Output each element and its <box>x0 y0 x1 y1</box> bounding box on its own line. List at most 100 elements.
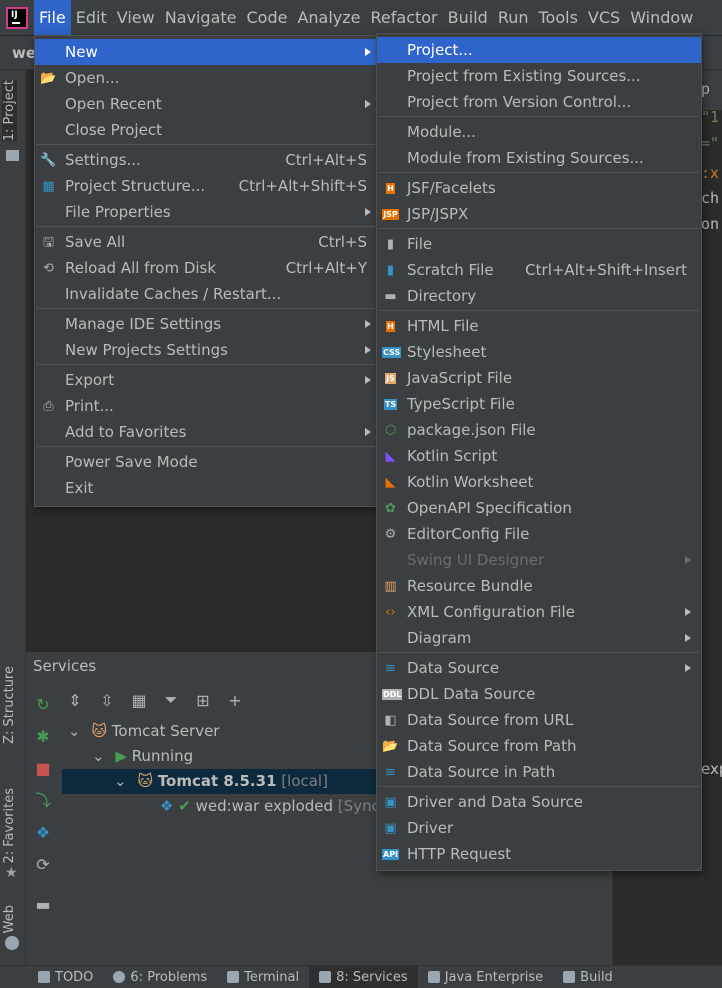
tree-node-artifact[interactable]: ❖ ✔ wed:war exploded [Sync <box>160 794 380 819</box>
file-menu-item-exit[interactable]: Exit <box>35 475 377 501</box>
artifact-icon[interactable]: ❖ <box>34 824 52 842</box>
new-menu-item-http-request[interactable]: API HTTP Request <box>377 841 701 867</box>
deploy-icon[interactable]: ⤵ <box>34 792 52 810</box>
tree-node-tomcat-server[interactable]: ⌄ 🐱 Tomcat Server <box>68 719 219 744</box>
new-menu-item-kotlin-worksheet[interactable]: ◣ Kotlin Worksheet <box>377 469 701 495</box>
file-menu-item-open-recent[interactable]: Open Recent <box>35 91 377 117</box>
add-service-icon[interactable]: + <box>222 687 248 713</box>
tab-terminal[interactable]: Terminal <box>217 966 309 988</box>
new-menu-item-package-json-file[interactable]: ⬡ package.json File <box>377 417 701 443</box>
tab-project[interactable]: 1: Project <box>2 80 17 142</box>
file-menu-item-settings[interactable]: 🔧 Settings... Ctrl+Alt+S <box>35 147 377 173</box>
menu-build[interactable]: Build <box>443 0 493 36</box>
run-icon: ▶ <box>115 747 127 765</box>
new-menu-item-kotlin-script[interactable]: ◣ Kotlin Script <box>377 443 701 469</box>
new-menu-item-driver[interactable]: ▣ Driver <box>377 815 701 841</box>
stop-icon[interactable]: ■ <box>34 760 52 778</box>
layout-icon[interactable]: ▬ <box>34 896 52 914</box>
editor-text: ch <box>701 189 720 207</box>
file-menu-item-file-properties[interactable]: File Properties <box>35 199 377 225</box>
menu-separator <box>36 144 376 145</box>
new-menu-item-html-file[interactable]: H HTML File <box>377 313 701 339</box>
file-menu-item-manage-ide-settings[interactable]: Manage IDE Settings <box>35 311 377 337</box>
menu-separator <box>378 228 700 229</box>
menu-item-shortcut: Ctrl+Alt+Shift+Insert <box>525 261 687 279</box>
menu-item-label: DDL Data Source <box>407 685 536 703</box>
menu-navigate[interactable]: Navigate <box>160 0 242 36</box>
tab-structure[interactable]: Z: Structure <box>2 666 17 744</box>
new-menu-item-file[interactable]: ▮ File <box>377 231 701 257</box>
menu-refactor[interactable]: Refactor <box>366 0 443 36</box>
tab-web[interactable]: Web <box>2 905 17 933</box>
new-menu-item-data-source[interactable]: ≡ Data Source <box>377 655 701 681</box>
file-menu-item-power-save-mode[interactable]: Power Save Mode <box>35 449 377 475</box>
new-menu-item-typescript-file[interactable]: TS TypeScript File <box>377 391 701 417</box>
file-menu-item-print[interactable]: ⎙ Print... <box>35 393 377 419</box>
new-menu-item-jsp-jspx[interactable]: JSP JSP/JSPX <box>377 201 701 227</box>
file-menu-item-open[interactable]: 📂 Open... <box>35 65 377 91</box>
new-menu-item-directory[interactable]: ▬ Directory <box>377 283 701 309</box>
menu-view[interactable]: View <box>112 0 160 36</box>
menu-file[interactable]: File <box>34 0 71 36</box>
new-menu-item-resource-bundle[interactable]: ▥ Resource Bundle <box>377 573 701 599</box>
new-menu-item-project[interactable]: Project... <box>377 37 701 63</box>
new-menu-item-data-source-from-path[interactable]: 📂 Data Source from Path <box>377 733 701 759</box>
menu-item-label: Driver and Data Source <box>407 793 584 811</box>
new-menu-item-data-source-in-path[interactable]: ≡ Data Source in Path <box>377 759 701 785</box>
new-tab-icon[interactable]: ⊞ <box>190 687 216 713</box>
group-by-icon[interactable]: ▦ <box>126 687 152 713</box>
new-menu-item-javascript-file[interactable]: JS JavaScript File <box>377 365 701 391</box>
new-menu-item-project-from-version-control[interactable]: Project from Version Control... <box>377 89 701 115</box>
file-menu-item-new-projects-settings[interactable]: New Projects Settings <box>35 337 377 363</box>
debug-icon[interactable]: ✱ <box>34 728 52 746</box>
menu-item-label: Diagram <box>407 629 472 647</box>
menu-analyze[interactable]: Analyze <box>292 0 365 36</box>
menu-vcs[interactable]: VCS <box>583 0 625 36</box>
menu-tools[interactable]: Tools <box>534 0 583 36</box>
new-menu-item-diagram[interactable]: Diagram <box>377 625 701 651</box>
refresh-icon[interactable]: ⟳ <box>34 856 52 874</box>
menu-run[interactable]: Run <box>493 0 534 36</box>
tab-build[interactable]: Build <box>553 966 623 988</box>
file-menu-item-new[interactable]: New <box>35 39 377 65</box>
file-menu-item-invalidate-caches-restart[interactable]: Invalidate Caches / Restart... <box>35 281 377 307</box>
new-menu-item-project-from-existing-sources[interactable]: Project from Existing Sources... <box>377 63 701 89</box>
rerun-icon[interactable]: ↻ <box>34 696 52 714</box>
file-menu-item-add-to-favorites[interactable]: Add to Favorites <box>35 419 377 445</box>
filter-icon[interactable]: ⏷ <box>158 687 184 713</box>
editor-text: p <box>701 80 711 98</box>
file-menu-item-project-structure[interactable]: ▦ Project Structure... Ctrl+Alt+Shift+S <box>35 173 377 199</box>
menu-item-label: package.json File <box>407 421 536 439</box>
tab-todo[interactable]: TODO <box>28 966 103 988</box>
new-menu-item-ddl-data-source[interactable]: DDL DDL Data Source <box>377 681 701 707</box>
expand-all-icon[interactable]: ⇕ <box>62 687 88 713</box>
collapse-all-icon[interactable]: ⇳ <box>94 687 120 713</box>
menu-item-label: JavaScript File <box>407 369 513 387</box>
new-menu-item-stylesheet[interactable]: CSS Stylesheet <box>377 339 701 365</box>
new-menu-item-editorconfig-file[interactable]: ⚙ EditorConfig File <box>377 521 701 547</box>
menu-window[interactable]: Window <box>625 0 698 36</box>
tree-node-tomcat-instance[interactable]: ⌄ 🐱 Tomcat 8.5.31 [local] <box>62 769 422 794</box>
tab-java-enterprise[interactable]: Java Enterprise <box>418 966 553 988</box>
menu-item-label: Export <box>65 371 115 389</box>
new-menu-item-scratch-file[interactable]: ▮ Scratch File Ctrl+Alt+Shift+Insert <box>377 257 701 283</box>
file-menu-item-reload-all-from-disk[interactable]: ⟲ Reload All from Disk Ctrl+Alt+Y <box>35 255 377 281</box>
file-menu-item-close-project[interactable]: Close Project <box>35 117 377 143</box>
new-menu-item-xml-configuration-file[interactable]: ‹› XML Configuration File <box>377 599 701 625</box>
tab-favorites[interactable]: 2: Favorites <box>2 788 17 864</box>
menu-item-label: Kotlin Script <box>407 447 498 465</box>
tree-node-running[interactable]: ⌄ ▶ Running <box>92 744 193 769</box>
menu-edit[interactable]: Edit <box>71 0 112 36</box>
file-menu-item-export[interactable]: Export <box>35 367 377 393</box>
new-menu-item-jsf-facelets[interactable]: H JSF/Facelets <box>377 175 701 201</box>
new-menu-item-data-source-from-url[interactable]: ◧ Data Source from URL <box>377 707 701 733</box>
hammer-icon <box>563 971 576 983</box>
file-menu-item-save-all[interactable]: 🖫 Save All Ctrl+S <box>35 229 377 255</box>
tab-services[interactable]: 8: Services <box>309 965 418 988</box>
tab-problems[interactable]: 6: Problems <box>103 966 217 988</box>
new-menu-item-module[interactable]: Module... <box>377 119 701 145</box>
new-menu-item-module-from-existing-sources[interactable]: Module from Existing Sources... <box>377 145 701 171</box>
new-menu-item-openapi-specification[interactable]: ✿ OpenAPI Specification <box>377 495 701 521</box>
menu-code[interactable]: Code <box>242 0 293 36</box>
new-menu-item-driver-and-data-source[interactable]: ▣ Driver and Data Source <box>377 789 701 815</box>
